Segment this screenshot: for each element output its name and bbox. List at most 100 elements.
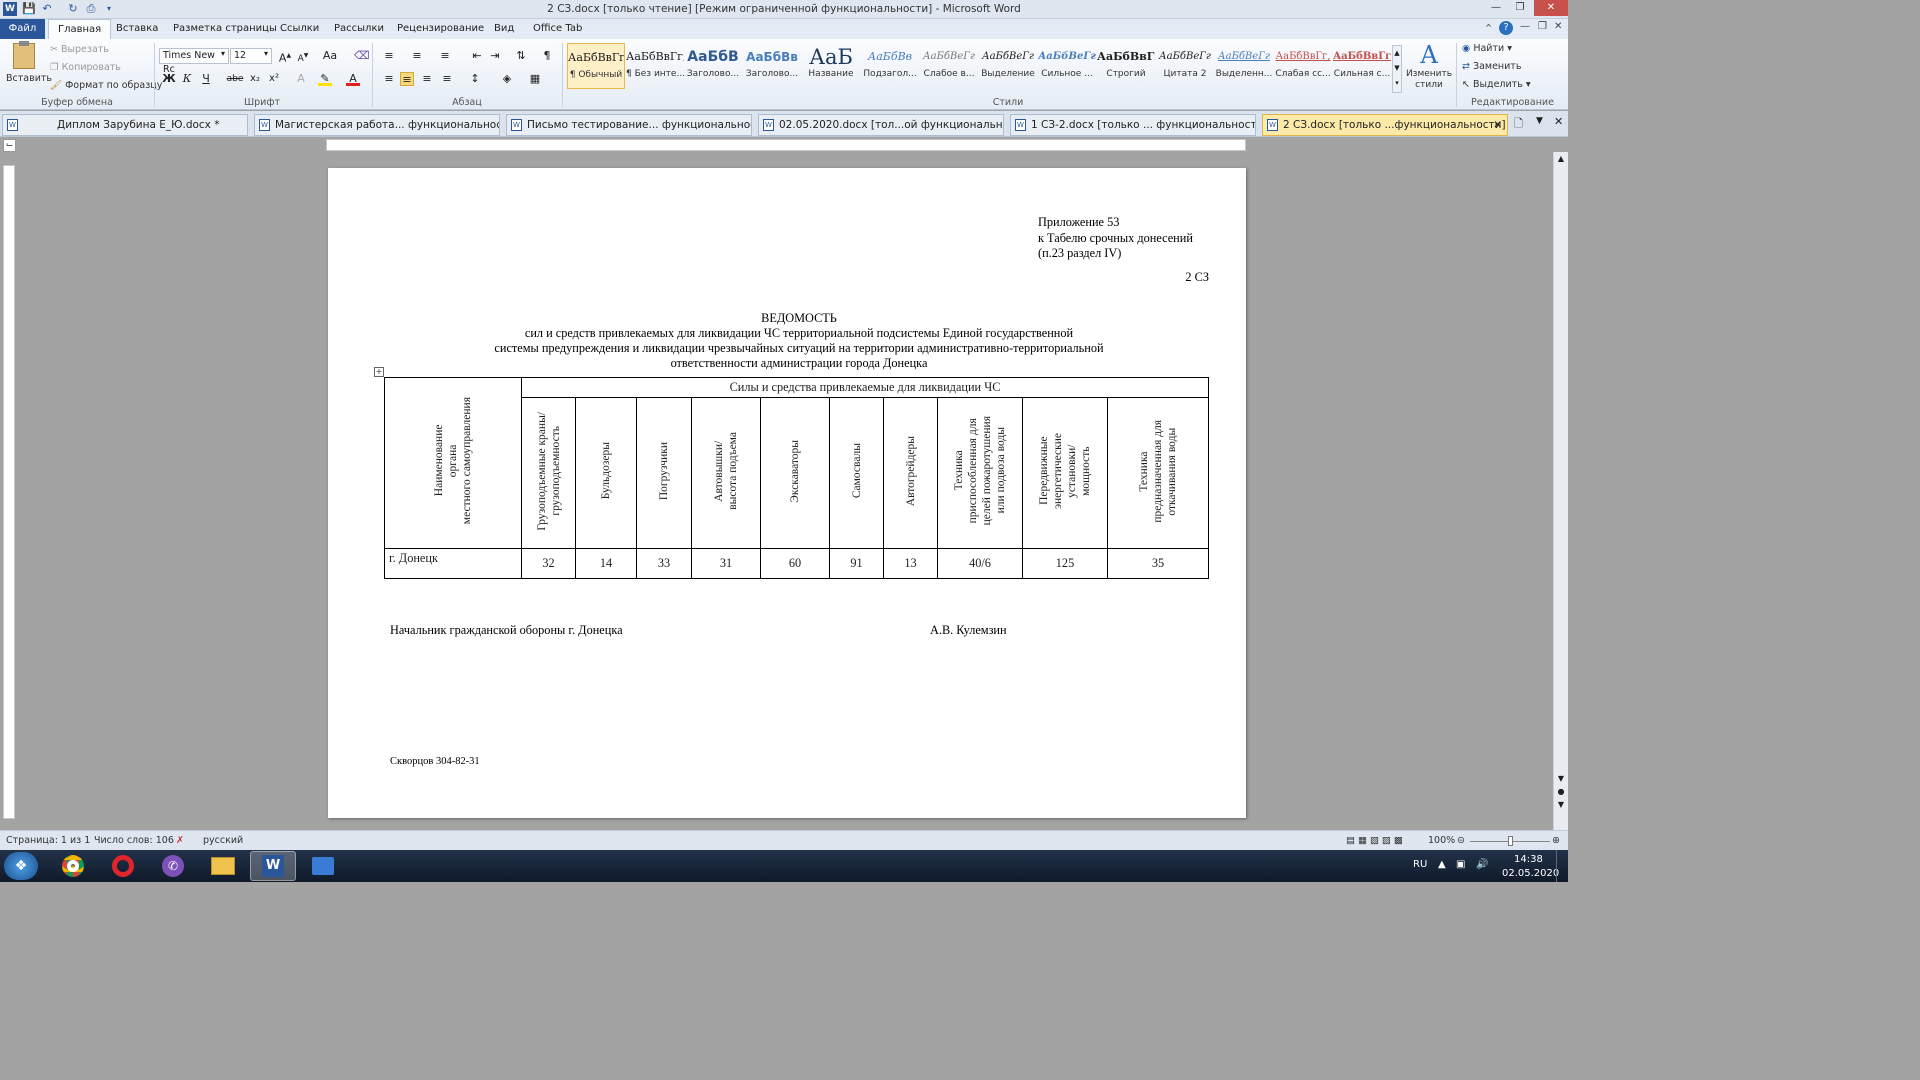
select-button[interactable]: ↖ Выделить ▾ (1462, 79, 1531, 90)
scroll-up-icon[interactable]: ▲ (1554, 152, 1568, 166)
close-tab-icon[interactable]: ✕ (1493, 115, 1502, 135)
close-icon[interactable]: ✕ (1554, 115, 1563, 128)
clock-time[interactable]: 14:38 (1514, 854, 1543, 865)
zoom-slider-thumb[interactable] (1508, 836, 1513, 846)
paste-button[interactable]: Вставить (6, 41, 52, 93)
strikethrough-button[interactable]: abe (226, 72, 244, 86)
chrome-icon[interactable] (50, 851, 96, 881)
decrease-indent-icon[interactable]: ⇤ (470, 49, 484, 63)
cut-button[interactable]: ✂ Вырезать (50, 44, 109, 55)
doc-close-icon[interactable]: ✕ (1554, 21, 1562, 32)
zoom-out-icon[interactable]: ⊝ (1457, 835, 1465, 846)
tab-references[interactable]: Ссылки (271, 19, 328, 39)
tab-list-icon[interactable]: ▼ (1536, 116, 1543, 126)
help-icon[interactable]: ? (1499, 21, 1513, 35)
copy-button[interactable]: ❐ Копировать (50, 62, 121, 73)
tab-page-layout[interactable]: Разметка страницы (164, 19, 286, 39)
style-quote2[interactable]: АаБбВеГг Цитата 2 (1156, 43, 1214, 89)
doc-restore-icon[interactable]: ❐ (1538, 21, 1547, 32)
word-taskbar-icon[interactable]: W (250, 851, 296, 881)
tab-insert[interactable]: Вставка (107, 19, 167, 39)
word-count[interactable]: Число слов: 106 (94, 835, 174, 846)
line-spacing-icon[interactable]: ↕ (468, 72, 482, 86)
text-effects-icon[interactable]: A (294, 72, 308, 86)
style-subtitle[interactable]: АаБбВв Подзагол... (861, 43, 919, 89)
new-tab-icon[interactable]: 🗋 (1514, 115, 1523, 134)
font-color-icon[interactable]: A (346, 72, 360, 86)
shrink-font-icon[interactable]: A▼ (296, 49, 310, 64)
style-intense-emphasis[interactable]: АаБбВеГг Сильное ... (1038, 43, 1096, 89)
zoom-in-icon[interactable]: ⊕ (1552, 835, 1560, 846)
page-count[interactable]: Страница: 1 из 1 (6, 835, 90, 846)
doc-tab[interactable]: W Письмо тестирование... функциональности… (506, 114, 752, 136)
change-case-button[interactable]: Aa (320, 49, 340, 63)
replace-button[interactable]: ⇄ Заменить (1462, 61, 1521, 72)
start-button-icon[interactable]: ❖ (4, 852, 38, 880)
restore-icon[interactable]: ❐ (1508, 0, 1532, 16)
find-button[interactable]: ◉ Найти ▾ (1462, 43, 1512, 54)
doc-tab[interactable]: W Магистерская работа... функциональности… (254, 114, 500, 136)
style-intense-reference[interactable]: АаБбВвГг, Сильная с... (1333, 43, 1391, 89)
clear-format-icon[interactable]: ⌫ (354, 49, 370, 63)
style-emphasis[interactable]: АаБбВеГг Выделение (979, 43, 1037, 89)
chevron-down-icon[interactable]: ▾ (264, 49, 268, 58)
increase-indent-icon[interactable]: ⇥ (488, 49, 502, 63)
style-no-spacing[interactable]: АаБбВвГг, ¶ Без инте... (626, 43, 684, 89)
underline-button[interactable]: Ч (199, 72, 213, 86)
tab-review[interactable]: Рецензирование (388, 19, 493, 39)
style-strong[interactable]: АаБбВвГг, Строгий (1097, 43, 1155, 89)
vertical-ruler[interactable] (3, 165, 15, 819)
proofing-icon[interactable]: ✗ (176, 835, 184, 846)
style-normal[interactable]: АаБбВвГг, ¶ Обычный (567, 43, 625, 89)
tab-file[interactable]: Файл (0, 19, 45, 39)
doc-tab-active[interactable]: W 2 СЗ.docx [только ...функциональности] ✕ (1262, 114, 1508, 136)
numbering-icon[interactable]: ≡ (410, 49, 424, 63)
style-title[interactable]: АаБ Название (802, 43, 860, 89)
subscript-button[interactable]: x₂ (247, 72, 263, 86)
grow-font-icon[interactable]: A▲ (278, 49, 292, 65)
language[interactable]: русский (203, 835, 243, 846)
doc-tab[interactable]: W Диплом Зарубина Е_Ю.docx * (2, 114, 248, 136)
align-left-icon[interactable]: ≡ (382, 72, 396, 86)
change-styles-button[interactable]: A Изменить стили (1405, 41, 1453, 93)
style-subtle-emphasis[interactable]: АаБбВеГг Слабое в... (920, 43, 978, 89)
tab-mailings[interactable]: Рассылки (325, 19, 393, 39)
outlook-icon[interactable] (300, 851, 346, 881)
chevron-down-icon[interactable]: ▾ (221, 49, 225, 58)
bullets-icon[interactable]: ≡ (382, 49, 396, 63)
doc-tab[interactable]: W 1 СЗ-2.docx [только ... функциональност… (1010, 114, 1256, 136)
vertical-scrollbar[interactable]: ▲ ▼ ● ▼ (1553, 152, 1568, 830)
tab-selector-icon[interactable]: ⌙ (3, 139, 16, 152)
format-painter-button[interactable]: 🖌 Формат по образцу (50, 80, 162, 91)
style-subtle-reference[interactable]: АаБбВвГг, Слабая сс... (1274, 43, 1332, 89)
italic-button[interactable]: К (180, 72, 194, 86)
align-center-icon[interactable]: ≡ (400, 72, 414, 86)
bold-button[interactable]: Ж (162, 72, 176, 86)
font-name-input[interactable]: Times New Rc (159, 48, 229, 75)
scroll-down-icon[interactable]: ▼ ● ▼ (1554, 772, 1568, 811)
shading-icon[interactable]: ◈ (500, 72, 514, 86)
multilevel-list-icon[interactable]: ≡ (438, 49, 452, 63)
styles-scroll[interactable]: ▲ ▼ ▾ (1392, 45, 1402, 93)
show-marks-icon[interactable]: ¶ (540, 49, 554, 63)
borders-icon[interactable]: ▦ (528, 72, 542, 86)
close-icon[interactable]: ✕ (1534, 0, 1568, 16)
volume-icon[interactable]: 🔊 (1476, 859, 1488, 870)
network-icon[interactable]: ▣ (1456, 859, 1465, 870)
tab-view[interactable]: Вид (485, 19, 523, 39)
explorer-icon[interactable] (200, 851, 246, 881)
zoom-level[interactable]: 100% (1428, 835, 1455, 846)
show-desktop-button[interactable] (1556, 850, 1568, 882)
tab-office-tab[interactable]: Office Tab (524, 19, 591, 39)
view-buttons[interactable]: ▤▦▧▨▩ (1346, 835, 1406, 846)
sort-icon[interactable]: ⇅ (514, 49, 528, 63)
table-move-handle-icon[interactable]: + (374, 367, 384, 377)
viber-icon[interactable]: ✆ (150, 851, 196, 881)
clock-date[interactable]: 02.05.2020 (1502, 868, 1559, 879)
tray-arrow-icon[interactable]: ▲ (1438, 859, 1446, 870)
opera-icon[interactable] (100, 851, 146, 881)
horizontal-ruler[interactable] (326, 139, 1246, 151)
style-heading1[interactable]: АаБбВ Заголово... (684, 43, 742, 89)
document-page[interactable]: Приложение 53 к Табелю срочных донесений… (328, 168, 1246, 818)
style-heading2[interactable]: АаБбВв Заголово... (743, 43, 801, 89)
